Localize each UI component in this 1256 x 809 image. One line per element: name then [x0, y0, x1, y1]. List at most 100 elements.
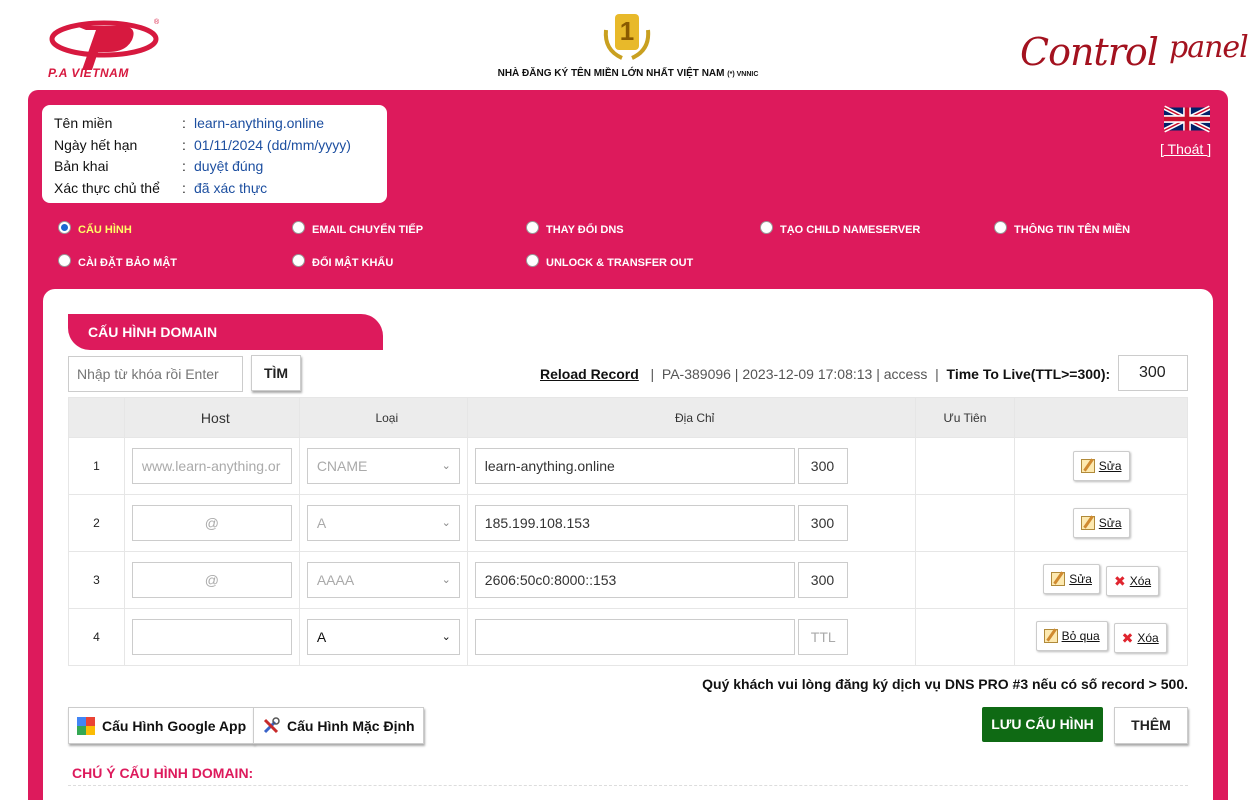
host-field[interactable]: www.learn-anything.or: [131, 448, 292, 484]
control-panel-logo: Control panel: [1020, 30, 1249, 74]
ttl-field[interactable]: 300: [797, 448, 848, 484]
address-field[interactable]: learn-anything.online: [474, 448, 795, 484]
delete-x-icon: ✖: [1113, 572, 1126, 589]
host-field[interactable]: @: [131, 505, 292, 541]
radio-button[interactable]: [994, 221, 1007, 234]
col-address: Địa Chỉ: [466, 397, 916, 438]
svg-text:®: ®: [154, 18, 160, 26]
info-label: Xác thực chủ thể: [54, 179, 160, 196]
ttl-field[interactable]: 300: [797, 505, 848, 541]
menu-label: Cài đặt bảo mật: [78, 256, 177, 269]
log-info: PA-389096 | 2023-12-09 17:08:13 | access: [661, 366, 928, 382]
host-field[interactable]: @: [131, 562, 292, 598]
host-field[interactable]: [131, 619, 292, 655]
address-field[interactable]: 2606:50c0:8000::153: [474, 562, 795, 598]
dns-pro-notice: Quý khách vui lòng đăng ký dịch vụ DNS P…: [702, 676, 1188, 692]
ttl-label: Time To Live(TTL>=300):: [946, 366, 1111, 382]
menu-radio-0[interactable]: Cấu hình: [58, 221, 132, 236]
ttl-field[interactable]: 300: [797, 562, 848, 598]
info-separator: :: [182, 115, 186, 131]
priority-cell: [914, 494, 1016, 552]
info-separator: :: [182, 158, 186, 174]
divider: [68, 785, 1188, 786]
actions-cell: Sửa: [1014, 494, 1188, 552]
info-separator: :: [182, 136, 186, 153]
ttl-input[interactable]: 300: [1118, 355, 1188, 391]
actions-cell: Bỏ qua ✖ Xóa: [1014, 608, 1188, 666]
delete-button[interactable]: ✖ Xóa: [1113, 623, 1167, 654]
radio-button[interactable]: [292, 221, 305, 234]
col-host: Host: [123, 397, 300, 438]
type-select[interactable]: AAAA ⌄: [306, 562, 460, 598]
row-number: 1: [68, 437, 125, 495]
award-badge-icon: 1: [603, 14, 651, 60]
info-label: Bản khai: [54, 158, 109, 174]
type-select[interactable]: A ⌄: [306, 505, 460, 541]
table-row: 4 A ⌄ TTL Bỏ qua ✖ Xóa: [68, 608, 1188, 666]
edit-button[interactable]: Sửa: [1072, 451, 1130, 481]
chevron-down-icon: ⌄: [441, 574, 451, 586]
info-separator: :: [182, 179, 186, 196]
menu-label: Tạo child nameserver: [780, 223, 921, 236]
col-num: [68, 397, 125, 438]
menu-radio-6[interactable]: Đổi mật khẩu: [292, 254, 393, 269]
actions-cell: Sửa: [1014, 437, 1188, 495]
domain-info-row: Tên miền: learn-anything.online: [54, 113, 375, 135]
menu-radio-4[interactable]: Thông tin tên miền: [994, 221, 1130, 236]
skip-button[interactable]: Bỏ qua: [1035, 620, 1108, 651]
menu-label: Unlock & transfer out: [546, 256, 694, 269]
radio-button[interactable]: [58, 221, 71, 234]
table-row: 1 www.learn-anything.or CNAME ⌄ learn-anythi…: [68, 437, 1188, 495]
address-field[interactable]: [474, 619, 795, 655]
edit-icon: [1051, 571, 1066, 586]
priority-cell: [914, 437, 1016, 495]
uk-flag-icon[interactable]: [1164, 104, 1210, 134]
reload-record-link[interactable]: Reload Record: [540, 366, 639, 382]
address-field[interactable]: 185.199.108.153: [474, 505, 795, 541]
radio-button[interactable]: [526, 221, 539, 234]
save-config-button[interactable]: LƯU CẤU HÌNH: [982, 707, 1103, 742]
default-config-button[interactable]: Cấu Hình Mặc Định: [253, 707, 424, 744]
info-value: 01/11/2024 (dd/mm/yyyy): [194, 136, 351, 153]
search-input[interactable]: [68, 356, 243, 392]
menu-radio-3[interactable]: Tạo child nameserver: [760, 221, 921, 236]
edit-icon: [1080, 516, 1095, 530]
panel-title: CẤU HÌNH DOMAIN: [68, 314, 383, 350]
site-header: ® P.A VIETNAM 1 NHÀ ĐĂNG KÝ TÊN MIỀN LỚN…: [0, 0, 1256, 90]
menu-radio-5[interactable]: Cài đặt bảo mật: [58, 254, 177, 269]
tools-icon: [263, 716, 280, 733]
radio-button[interactable]: [760, 221, 773, 234]
domain-info-row: Bản khai: duyệt đúng: [54, 156, 375, 178]
col-actions: [1014, 397, 1188, 438]
main-container: Tên miền: learn-anything.online Ngày hết h…: [28, 90, 1228, 809]
edit-icon: [1080, 459, 1095, 473]
delete-x-icon: ✖: [1121, 629, 1134, 646]
ttl-field[interactable]: TTL: [797, 619, 848, 655]
menu-radio-7[interactable]: Unlock & transfer out: [526, 254, 694, 269]
edit-icon: [1043, 628, 1058, 643]
menu-label: Thay đổi DNS: [546, 223, 624, 236]
priority-cell: [914, 551, 1016, 609]
row-number: 3: [68, 551, 125, 609]
add-record-button[interactable]: THÊM: [1114, 707, 1188, 744]
row-number: 2: [68, 494, 125, 552]
type-select[interactable]: A ⌄: [306, 619, 460, 655]
domain-info-row: Ngày hết hạn:01/11/2024 (dd/mm/yyyy): [54, 135, 375, 157]
radio-button[interactable]: [58, 254, 71, 267]
type-select[interactable]: CNAME ⌄: [306, 448, 460, 484]
google-app-config-button[interactable]: Cấu Hình Google App: [68, 707, 256, 744]
menu-radio-1[interactable]: Email chuyển tiếp: [292, 221, 423, 236]
menu-radio-2[interactable]: Thay đổi DNS: [526, 221, 624, 236]
dns-records-table: Host Loại Địa Chỉ Ưu Tiên 1 www.learn-any…: [68, 397, 1188, 666]
info-value: duyệt đúng: [194, 158, 264, 174]
note-title: CHÚ Ý CẤU HÌNH DOMAIN:: [72, 765, 254, 781]
logout-link[interactable]: [ Thoát ]: [1160, 141, 1211, 157]
edit-button[interactable]: Sửa: [1072, 508, 1130, 538]
delete-button[interactable]: ✖ Xóa: [1105, 566, 1160, 597]
radio-button[interactable]: [292, 254, 305, 267]
radio-button[interactable]: [526, 254, 539, 267]
search-button[interactable]: TÌM: [251, 355, 301, 391]
edit-button[interactable]: Sửa: [1043, 563, 1100, 594]
actions-cell: Sửa ✖ Xóa: [1014, 551, 1188, 609]
info-value: learn-anything.online: [194, 115, 324, 131]
